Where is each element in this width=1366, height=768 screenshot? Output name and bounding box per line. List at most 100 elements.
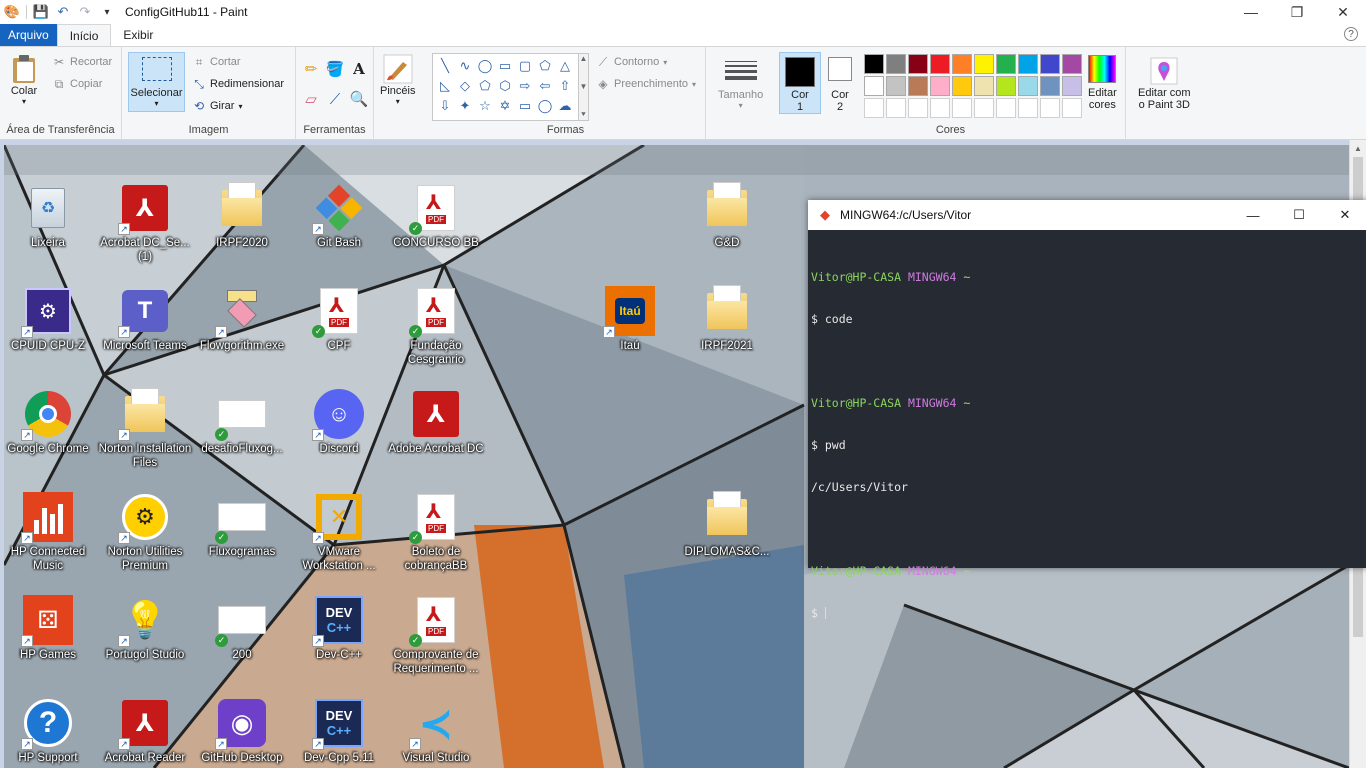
diamond-shape-icon[interactable]: ◇ bbox=[455, 76, 475, 96]
five-point-star-icon[interactable]: ☆ bbox=[475, 96, 495, 116]
desktop-icon[interactable]: ⅄ ↗ Acrobat Reader bbox=[97, 698, 193, 765]
desktop-icon[interactable]: ↗ Git Bash bbox=[291, 183, 387, 250]
tab-exibir[interactable]: Exibir bbox=[111, 24, 165, 46]
desktop-icon[interactable]: DEV C++ ↗ Dev-C++ bbox=[291, 595, 387, 662]
cloud-callout-icon[interactable]: ☁ bbox=[555, 96, 575, 116]
size-button[interactable]: Tamanho ▾ bbox=[718, 55, 763, 110]
save-icon[interactable]: 💾 bbox=[33, 4, 49, 20]
right-arrow-shape-icon[interactable]: ⇨ bbox=[515, 76, 535, 96]
desktop-icon[interactable]: IRPF2020 bbox=[194, 182, 290, 250]
tab-inicio[interactable]: Início bbox=[56, 24, 112, 46]
help-icon[interactable]: ? bbox=[1344, 27, 1358, 41]
maximize-button[interactable]: ❐ bbox=[1274, 0, 1320, 24]
custom-color-slot[interactable] bbox=[886, 98, 906, 118]
custom-color-slot[interactable] bbox=[864, 98, 884, 118]
palette-swatch[interactable] bbox=[974, 54, 994, 74]
custom-color-slot[interactable] bbox=[930, 98, 950, 118]
desktop-icon[interactable]: IRPF2021 bbox=[679, 285, 775, 353]
desktop-icon[interactable]: T ↗ Microsoft Teams bbox=[97, 286, 193, 353]
input-line[interactable]: $ bbox=[811, 606, 1365, 620]
desktop-icon[interactable]: ✕ ↗ VMware Workstation ... bbox=[291, 492, 387, 573]
palette-swatch[interactable] bbox=[1018, 54, 1038, 74]
desktop-icon[interactable]: ☺ ↗ Discord bbox=[291, 389, 387, 456]
paste-button[interactable]: Colar ▾ bbox=[8, 53, 40, 106]
eraser-icon[interactable]: ▱ bbox=[300, 89, 322, 109]
callout-oval-icon[interactable]: ◯ bbox=[535, 96, 555, 116]
pentagon-shape-icon[interactable]: ⬠ bbox=[475, 76, 495, 96]
scroll-up-icon[interactable]: ▲ bbox=[580, 54, 588, 63]
tab-arquivo[interactable]: Arquivo bbox=[0, 24, 57, 46]
palette-swatch[interactable] bbox=[1062, 76, 1082, 96]
git-bash-window[interactable]: ◆ MINGW64:/c/Users/Vitor — ☐ ✕ Vitor@HP-… bbox=[808, 200, 1366, 620]
pencil-icon[interactable]: ✏ bbox=[300, 59, 322, 79]
git-bash-title-bar[interactable]: ◆ MINGW64:/c/Users/Vitor — ☐ ✕ bbox=[808, 200, 1366, 230]
desktop-icon[interactable]: DIPLOMAS&C... bbox=[679, 491, 775, 559]
six-point-star-icon[interactable]: ✡ bbox=[495, 96, 515, 116]
right-triangle-shape-icon[interactable]: ◺ bbox=[435, 76, 455, 96]
palette-swatch[interactable] bbox=[1040, 76, 1060, 96]
desktop-icon[interactable]: ↗ Flowgorithm.exe bbox=[194, 286, 290, 353]
color1-button[interactable]: Cor 1 bbox=[779, 52, 821, 114]
rotate-button[interactable]: ⟲ Girar ▾ bbox=[192, 99, 243, 113]
custom-color-slot[interactable] bbox=[996, 98, 1016, 118]
edit-with-paint3d-button[interactable]: Editar com o Paint 3D bbox=[1138, 55, 1191, 111]
cut-button[interactable]: ✂ Recortar bbox=[52, 55, 112, 69]
copy-button[interactable]: ⧉ Copiar bbox=[52, 77, 103, 91]
edit-colors-button[interactable]: Editar cores bbox=[1088, 55, 1117, 111]
desktop-icon[interactable]: G&D bbox=[679, 182, 775, 250]
rectangle-shape-icon[interactable]: ▭ bbox=[495, 56, 515, 76]
shapes-scroll[interactable]: ▲ ▼ ⯆ bbox=[579, 53, 589, 121]
palette-swatch[interactable] bbox=[952, 76, 972, 96]
brushes-button[interactable]: Pincéis ▾ bbox=[380, 53, 415, 106]
magnifier-icon[interactable]: 🔍 bbox=[348, 89, 370, 109]
custom-color-slot[interactable] bbox=[1018, 98, 1038, 118]
desktop-icon[interactable]: ⚙ ↗ Norton Utilities Premium bbox=[97, 492, 193, 573]
desktop-icon[interactable]: ⅄ PDF ✓ Boleto de cobrançaBB bbox=[388, 492, 484, 573]
desktop-icon[interactable]: Itaú ↗ Itaú bbox=[582, 286, 678, 353]
rounded-rectangle-shape-icon[interactable]: ▢ bbox=[515, 56, 535, 76]
callout-rect-icon[interactable]: ▭ bbox=[515, 96, 535, 116]
color-picker-icon[interactable]: ⟋ bbox=[324, 89, 346, 109]
palette-swatch[interactable] bbox=[886, 54, 906, 74]
desktop-icon[interactable]: ⚄ ↗ HP Games bbox=[0, 595, 96, 662]
desktop-icon[interactable]: ↗ Norton Installation Files bbox=[97, 388, 193, 470]
desktop-icon[interactable]: ⅄ PDF ✓ CPF bbox=[291, 286, 387, 353]
palette-swatch[interactable] bbox=[952, 54, 972, 74]
fill-bucket-icon[interactable]: 🪣 bbox=[324, 59, 346, 79]
desktop-icon[interactable]: ✓ desafioFluxog... bbox=[194, 389, 290, 456]
line-shape-icon[interactable]: ╲ bbox=[435, 56, 455, 76]
crop-button[interactable]: ⌗ Cortar bbox=[192, 55, 241, 69]
left-arrow-shape-icon[interactable]: ⇦ bbox=[535, 76, 555, 96]
desktop-icon[interactable]: ✓ 200 bbox=[194, 595, 290, 662]
customize-toolbar-icon[interactable]: ▾ bbox=[99, 4, 115, 20]
resize-button[interactable]: ⤡ Redimensionar bbox=[192, 77, 284, 91]
desktop-icon[interactable]: ≺ ↗ Visual Studio bbox=[388, 698, 484, 765]
palette-swatch[interactable] bbox=[1040, 54, 1060, 74]
oval-shape-icon[interactable]: ◯ bbox=[475, 56, 495, 76]
up-arrow-shape-icon[interactable]: ⇧ bbox=[555, 76, 575, 96]
palette-swatch[interactable] bbox=[908, 76, 928, 96]
desktop-icon[interactable]: ♻ Lixeira bbox=[0, 183, 96, 250]
palette-swatch[interactable] bbox=[996, 76, 1016, 96]
polygon-shape-icon[interactable]: ⬠ bbox=[535, 56, 555, 76]
outline-button[interactable]: ⟋ Contorno ▾ bbox=[596, 55, 667, 69]
desktop-icon[interactable]: ⅄ PDF ✓ Comprovante de Requerimento ... bbox=[388, 595, 484, 676]
desktop-icon[interactable]: ◉ ↗ GitHub Desktop bbox=[194, 698, 290, 765]
desktop-icon[interactable]: ✓ Fluxogramas bbox=[194, 492, 290, 559]
down-arrow-shape-icon[interactable]: ⇩ bbox=[435, 96, 455, 116]
expand-icon[interactable]: ⯆ bbox=[580, 110, 586, 120]
four-point-star-icon[interactable]: ✦ bbox=[455, 96, 475, 116]
close-button[interactable]: ✕ bbox=[1320, 0, 1366, 24]
text-tool-icon[interactable]: A bbox=[348, 59, 370, 79]
palette-swatch[interactable] bbox=[886, 76, 906, 96]
palette-swatch[interactable] bbox=[930, 76, 950, 96]
desktop-icon[interactable]: ⅄ PDF ✓ CONCURSO BB bbox=[388, 183, 484, 250]
terminal-output[interactable]: Vitor@HP-CASA MINGW64 ~ $ code Vitor@HP-… bbox=[808, 230, 1366, 660]
shapes-gallery[interactable]: ╲ ∿ ◯ ▭ ▢ ⬠ △ ◺ ◇ ⬠ ⬡ ⇨ ⇦ ⇧ ⇩ ✦ ☆ ✡ ▭ ◯ … bbox=[432, 53, 579, 121]
custom-color-slot[interactable] bbox=[974, 98, 994, 118]
paint-app-icon[interactable]: 🎨 bbox=[4, 4, 20, 20]
desktop-icon[interactable]: ⅄ Adobe Acrobat DC bbox=[388, 389, 484, 456]
desktop-icon[interactable]: DEV C++ ↗ Dev-Cpp 5.11 bbox=[291, 698, 387, 765]
fill-button[interactable]: ◈ Preenchimento ▾ bbox=[596, 77, 696, 91]
select-button[interactable]: Selecionar ▾ bbox=[128, 52, 185, 112]
